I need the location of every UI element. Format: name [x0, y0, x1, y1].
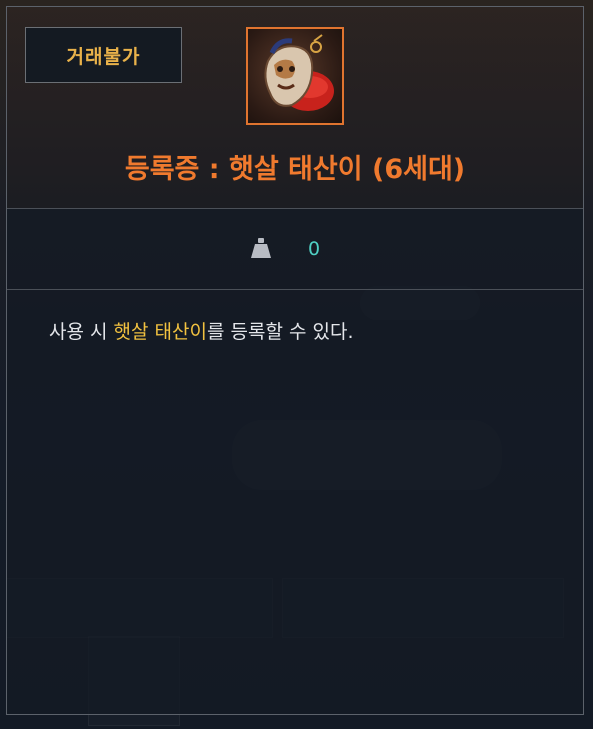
item-description: 사용 시 햇살 태산이를 등록할 수 있다.: [49, 317, 354, 344]
weight-value: 0: [308, 238, 321, 260]
description-suffix: 를 등록할 수 있다.: [206, 321, 354, 343]
lion-mascot-registration-icon: [246, 27, 344, 125]
untradeable-badge: 거래불가: [25, 27, 182, 83]
item-tooltip: 거래불가 등록증 : 햇살 태산이 (6세대) 0 사용 시 햇살 태산이를 등…: [6, 6, 584, 715]
weight-icon: [251, 237, 271, 259]
description-prefix: 사용 시: [49, 321, 114, 343]
description-highlight: 햇살 태산이: [113, 321, 207, 343]
stat-row: 0: [7, 208, 583, 290]
item-title: 등록증 : 햇살 태산이 (6세대): [124, 154, 466, 185]
tooltip-header: 거래불가 등록증 : 햇살 태산이 (6세대): [7, 7, 583, 209]
